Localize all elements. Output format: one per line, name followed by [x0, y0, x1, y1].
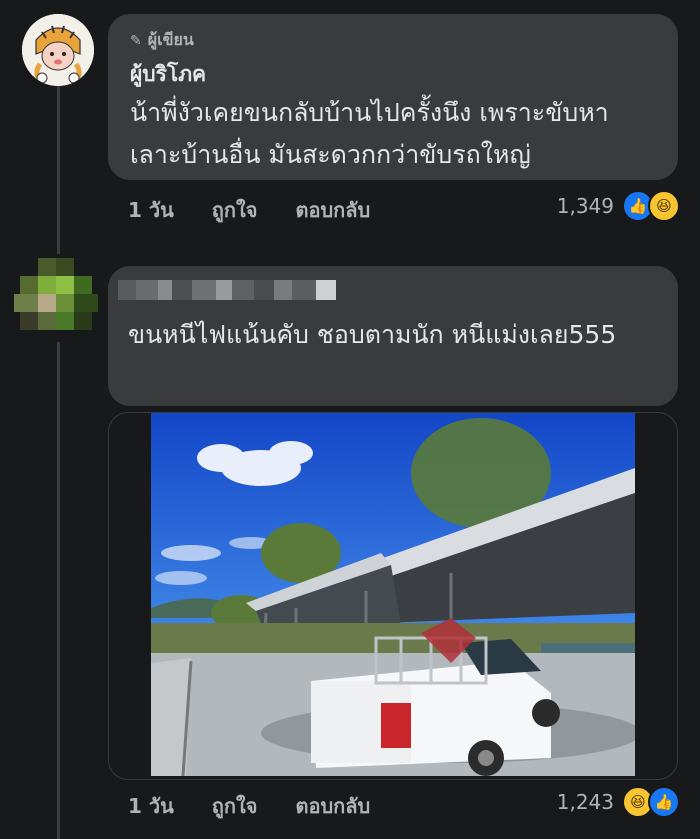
comment-time[interactable]: 1 วัน	[128, 194, 174, 226]
author-badge-label: ผู้เขียน	[147, 30, 194, 49]
reactions-summary[interactable]: 1,349 👍 😆	[557, 190, 680, 222]
attached-photo[interactable]	[151, 413, 635, 776]
pickup-truck-photo	[151, 413, 635, 776]
pixelated-avatar-icon	[14, 258, 98, 342]
comment-actions: 1 วัน ถูกใจ ตอบกลับ	[128, 194, 370, 226]
comment-text: ขนหนีไฟแน้นคับ ชอบตามนัก หนีแม่งเลย555	[128, 320, 617, 349]
comment-author-name-blurred[interactable]	[118, 280, 336, 300]
tiger-avatar-icon	[22, 14, 94, 86]
avatar[interactable]	[14, 258, 98, 342]
like-button[interactable]: ถูกใจ	[212, 790, 258, 822]
avatar[interactable]	[22, 14, 94, 86]
reaction-count: 1,349	[556, 194, 614, 218]
comment-text: น้าพี่งัวเคยขนกลับบ้านไปครั้งนึง เพราะขั…	[130, 98, 609, 169]
comment-author-name[interactable]: ผู้บริโภค	[130, 58, 206, 91]
pencil-icon: ✎	[130, 32, 142, 49]
reply-button[interactable]: ตอบกลับ	[295, 790, 370, 822]
like-icon: 👍	[648, 786, 680, 818]
comment-bubble: ✎ ผู้เขียน ผู้บริโภค น้าพี่งัวเคยขนกลับบ…	[108, 14, 678, 180]
reactions-summary[interactable]: 1,243 😆 👍	[557, 786, 680, 818]
thread-line	[57, 342, 60, 839]
comment-bubble: ขนหนีไฟแน้นคับ ชอบตามนัก หนีแม่งเลย555	[108, 266, 678, 406]
comment-actions: 1 วัน ถูกใจ ตอบกลับ	[128, 790, 370, 822]
comment-time[interactable]: 1 วัน	[128, 790, 174, 822]
reply-button[interactable]: ตอบกลับ	[295, 194, 370, 226]
author-badge: ✎ ผู้เขียน	[130, 28, 194, 53]
thread-line	[57, 86, 60, 254]
like-button[interactable]: ถูกใจ	[212, 194, 258, 226]
reaction-count: 1,243	[556, 790, 614, 814]
haha-icon: 😆	[648, 190, 680, 222]
